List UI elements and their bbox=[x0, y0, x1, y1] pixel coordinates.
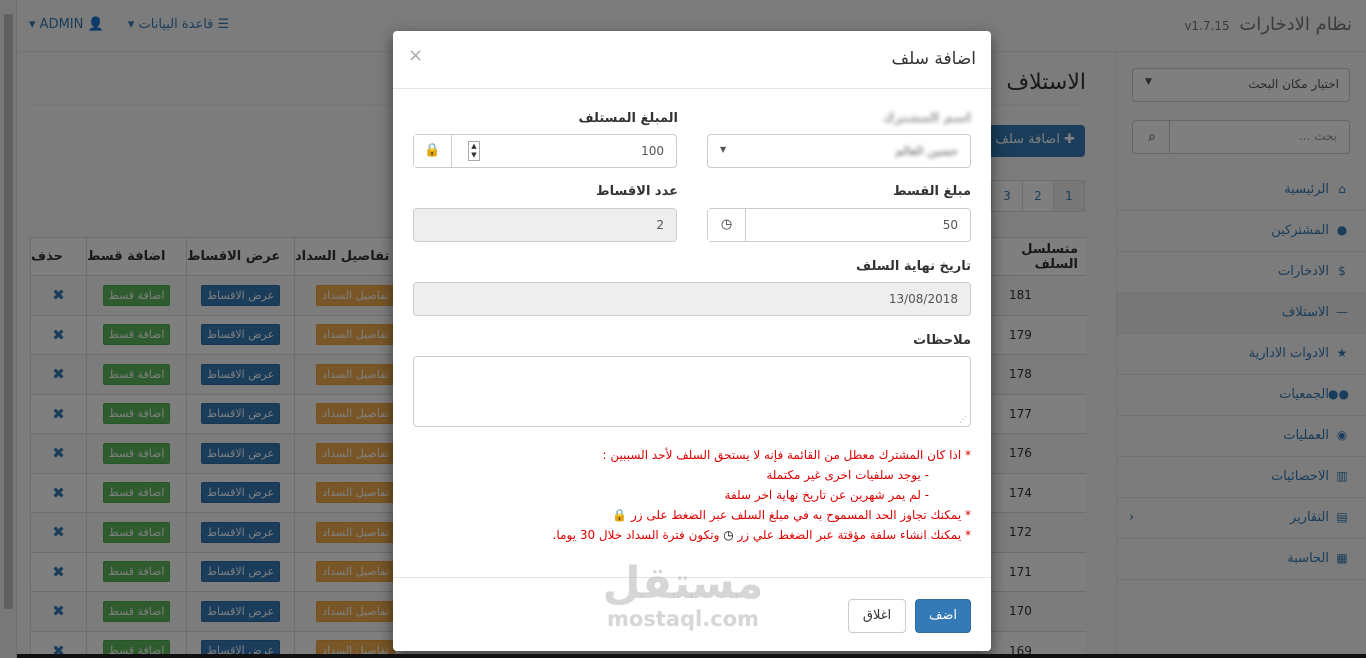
subscriber-name-label: اسم المشترك bbox=[882, 111, 971, 126]
installment-amount-input[interactable]: 50 bbox=[943, 218, 958, 232]
subscriber-select[interactable]: حسين العالم ▼ bbox=[707, 134, 971, 168]
clock-icon: ◷ bbox=[720, 217, 733, 232]
installments-count-field: 2 bbox=[413, 208, 677, 242]
note-line-override: * يمكنك تجاوز الحد المسموح به في مبلغ ال… bbox=[411, 505, 971, 525]
installment-amount-label: مبلغ القسط bbox=[893, 184, 971, 199]
watermark-arabic: مستقل bbox=[602, 558, 764, 609]
note-line: - لم يمر شهرين عن تاريخ نهاية اخر سلفة bbox=[724, 488, 929, 502]
cancel-button[interactable]: اغلاق bbox=[848, 599, 906, 633]
clock-icon: ◷ bbox=[723, 528, 734, 542]
notes-textarea[interactable]: ⋰ bbox=[413, 356, 971, 427]
installment-amount-field: ◷ 50 bbox=[707, 208, 971, 242]
submit-button[interactable]: اضف bbox=[915, 599, 971, 633]
watermark-latin: mostaql.com bbox=[607, 607, 759, 631]
note-text: وتكون فترة السداد خلال 30 يوما. bbox=[552, 528, 720, 542]
close-icon[interactable]: × bbox=[408, 45, 423, 66]
note-text: * يمكنك انشاء سلفة مؤقتة عبر الضغط علي ز… bbox=[737, 528, 971, 542]
chevron-down-icon: ▼ bbox=[720, 145, 727, 154]
installments-count-label: عدد الاقساط bbox=[596, 184, 678, 199]
temporary-loan-button[interactable]: ◷ bbox=[708, 209, 746, 241]
note-line-temporary: * يمكنك انشاء سلفة مؤقتة عبر الضغط علي ز… bbox=[411, 525, 971, 545]
note-line: - يوجد سلفيات اخرى غير مكتملة bbox=[766, 468, 929, 482]
loan-amount-stepper[interactable]: ▲ ▼ bbox=[468, 141, 480, 161]
loan-amount-input[interactable]: 100 bbox=[641, 144, 664, 158]
loan-amount-label: المبلغ المستلف bbox=[578, 111, 678, 126]
modal-title: اضافة سلف bbox=[891, 49, 976, 69]
resize-grip-icon[interactable]: ⋰ bbox=[959, 415, 967, 424]
installments-count-value: 2 bbox=[656, 218, 664, 232]
loan-rules-notes: * اذا كان المشترك معطل من القائمة فإنه ل… bbox=[411, 445, 971, 545]
subscriber-name-value: حسين العالم bbox=[895, 144, 958, 158]
note-line: * اذا كان المشترك معطل من القائمة فإنه ل… bbox=[602, 448, 971, 462]
note-text: * يمكنك تجاوز الحد المسموح به في مبلغ ال… bbox=[630, 508, 971, 522]
modal-header: اضافة سلف × bbox=[393, 31, 991, 89]
end-date-label: تاريخ نهاية السلف bbox=[855, 259, 971, 274]
bottom-edge bbox=[17, 654, 1366, 658]
loan-amount-field: 🔒 ▲ ▼ 100 bbox=[413, 134, 677, 168]
end-date-value: 13/08/2018 bbox=[888, 292, 958, 306]
notes-label: ملاحظات bbox=[913, 333, 971, 348]
lock-icon: 🔒 bbox=[612, 508, 628, 522]
lock-icon: 🔒 bbox=[424, 143, 441, 158]
end-date-field: 13/08/2018 bbox=[413, 282, 971, 316]
watermark: مستقل mostaql.com bbox=[598, 558, 768, 631]
override-limit-button[interactable]: 🔒 bbox=[414, 135, 452, 167]
